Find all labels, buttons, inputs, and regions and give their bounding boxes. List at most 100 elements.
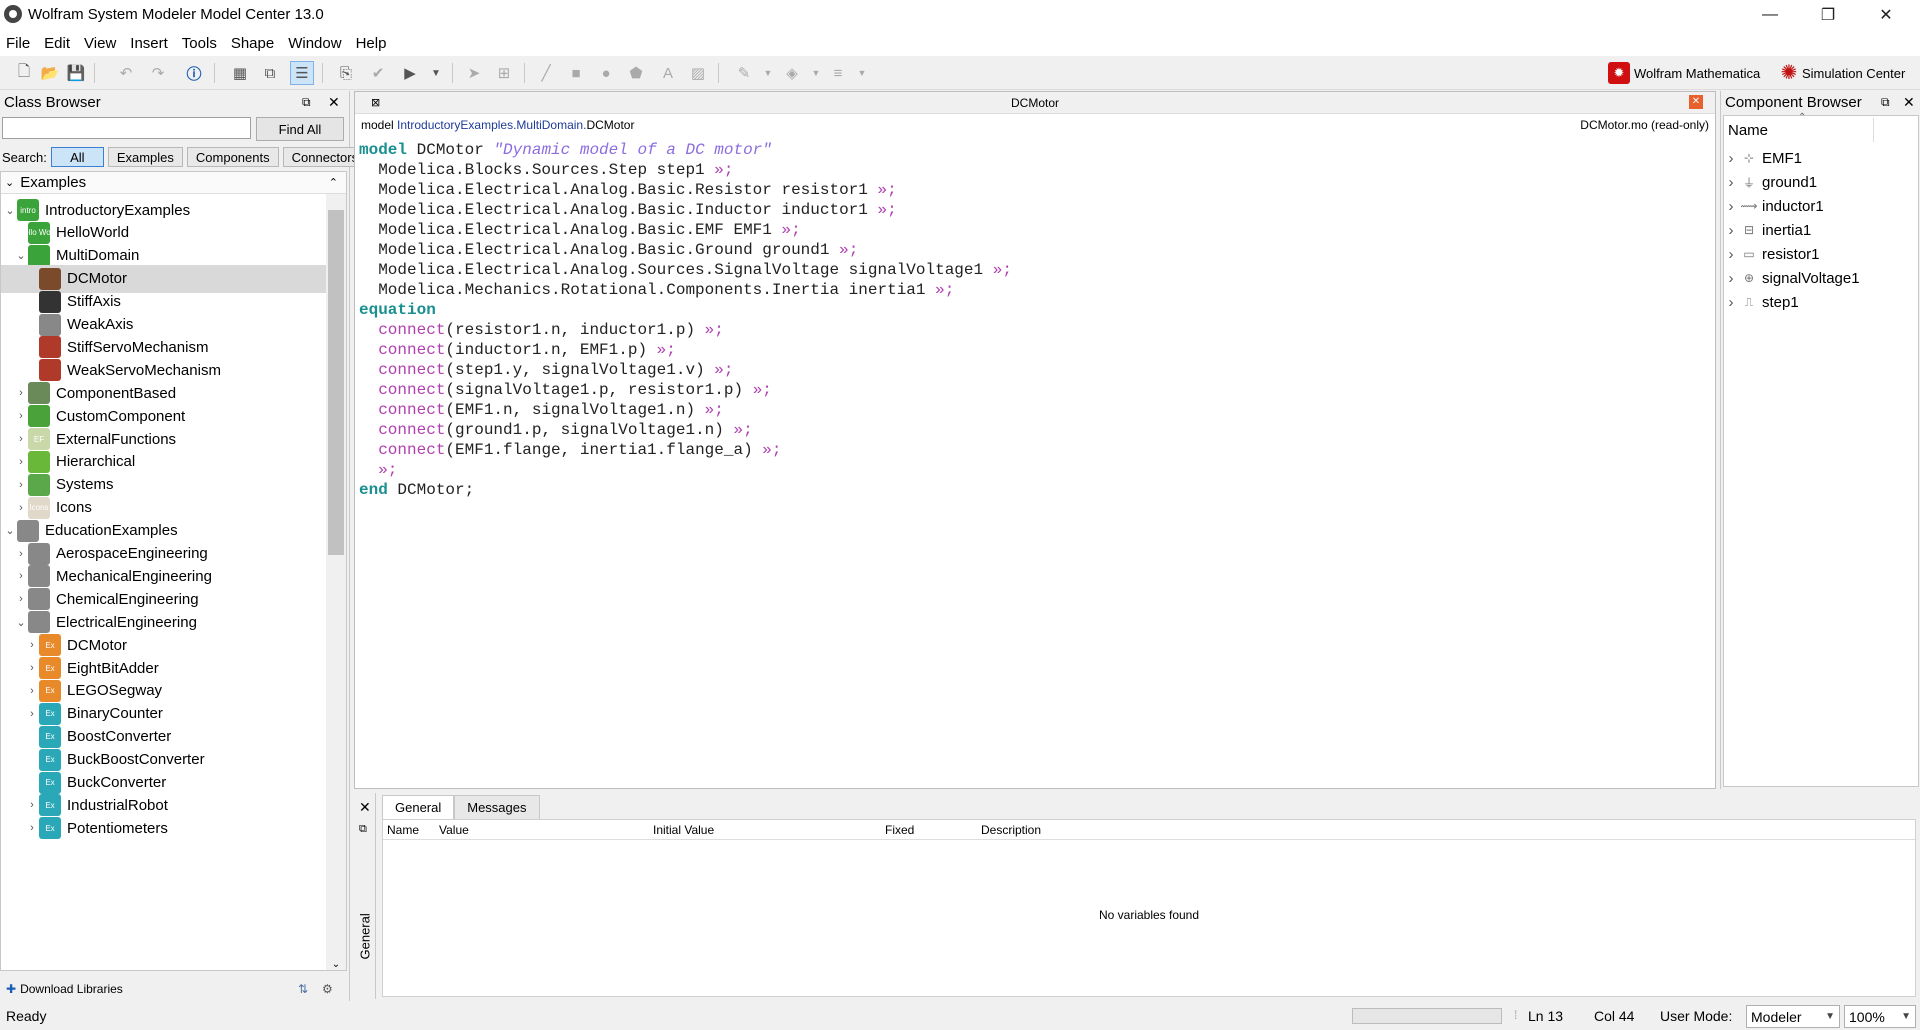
new-file-icon[interactable]: 🗋 [12,61,36,85]
component-item[interactable]: › ⊹ EMF1 [1724,146,1803,170]
component-item[interactable]: › ⊕ signalVoltage1 [1724,266,1860,290]
chevron-right-icon[interactable]: › [25,639,39,651]
chevron-down-icon[interactable]: ⌄ [14,616,28,629]
col-description[interactable]: Description [981,823,1041,837]
component-item[interactable]: › ▭ resistor1 [1724,242,1820,266]
col-initial-value[interactable]: Initial Value [653,823,714,837]
close-panel-icon[interactable]: ✕ [1903,94,1915,111]
chevron-down-icon[interactable]: ⌄ [3,524,17,537]
line-style-dropdown-icon[interactable]: ▼ [850,61,874,85]
menu-help[interactable]: Help [356,35,387,52]
close-window-button[interactable]: ✕ [1858,0,1914,30]
side-general-tab[interactable]: General [358,913,373,959]
restore-button[interactable]: ❐ [1800,0,1856,30]
chevron-down-icon[interactable]: ⌄ [14,249,28,262]
close-panel-icon[interactable]: ✕ [359,799,371,816]
class-search-input[interactable] [2,117,251,139]
tree-scrollbar[interactable]: ⌄ [326,194,346,970]
tree-root-header[interactable]: ⌄ Examples ⌃ [1,172,346,194]
col-fixed[interactable]: Fixed [885,823,914,837]
tree-scroll-thumb[interactable] [328,210,344,555]
line-color-dropdown-icon[interactable]: ▼ [756,61,780,85]
simulate-icon[interactable]: ▶ [398,61,422,85]
float-panel-icon[interactable]: ⧉ [359,823,367,836]
line-tool-icon[interactable]: ╱ [534,61,558,85]
ellipse-tool-icon[interactable]: ● [594,61,618,85]
bitmap-tool-icon[interactable]: ▨ [686,61,710,85]
line-style-icon[interactable]: ≡ [826,61,850,85]
scroll-down-icon[interactable]: ⌄ [326,959,346,970]
undo-icon[interactable]: ↶ [114,61,138,85]
close-tab-icon[interactable]: ✕ [1689,95,1703,109]
chevron-right-icon[interactable]: › [1724,270,1738,287]
fill-color-icon[interactable]: ◈ [780,61,804,85]
chevron-right-icon[interactable]: › [1724,222,1738,239]
chevron-down-icon[interactable]: ⌄ [3,204,17,217]
chevron-right-icon[interactable]: › [1724,246,1738,263]
download-libraries-link[interactable]: Download Libraries [20,982,123,996]
line-color-icon[interactable]: ✎ [732,61,756,85]
chevron-right-icon[interactable]: › [14,548,28,560]
menu-file[interactable]: File [6,35,30,52]
menu-insert[interactable]: Insert [130,35,168,52]
float-panel-icon[interactable]: ⧉ [302,95,311,110]
diagram-view-icon[interactable]: ⧉ [258,61,282,85]
name-column-header[interactable]: Name ⌃ [1728,112,1874,142]
info-icon[interactable]: ⓘ [182,61,206,85]
find-all-button[interactable]: Find All [256,117,344,141]
polygon-tool-icon[interactable]: ⬟ [624,61,648,85]
component-item[interactable]: › ⎍ step1 [1724,290,1799,314]
menu-shape[interactable]: Shape [231,35,274,52]
text-view-icon[interactable]: ☰ [290,61,314,85]
tab-general[interactable]: General [382,795,455,819]
chevron-right-icon[interactable]: › [1724,198,1738,215]
component-item[interactable]: › ⊟ inertia1 [1724,218,1812,242]
minimize-button[interactable]: — [1742,0,1798,30]
menu-edit[interactable]: Edit [44,35,70,52]
sort-icon[interactable]: ⇅ [298,982,308,996]
class-path-link[interactable]: IntroductoryExamples.MultiDomain. [397,118,586,132]
chevron-right-icon[interactable]: › [25,662,39,674]
code-text[interactable]: model DCMotor "Dynamic model of a DC mot… [359,140,1012,500]
chevron-right-icon[interactable]: › [14,593,28,605]
text-tool-icon[interactable]: A [656,61,680,85]
menu-window[interactable]: Window [288,35,341,52]
chevron-right-icon[interactable]: › [14,479,28,491]
chevron-right-icon[interactable]: › [25,685,39,697]
settings-gear-icon[interactable]: ⚙ [322,982,333,996]
close-panel-icon[interactable]: ✕ [328,94,340,111]
chevron-right-icon[interactable]: › [14,410,28,422]
simulate-dropdown-icon[interactable]: ▼ [424,61,448,85]
menu-tools[interactable]: Tools [182,35,217,52]
save-icon[interactable]: 💾 [64,61,88,85]
simulation-center-button[interactable]: ✺ Simulation Center [1778,61,1906,85]
filter-components-button[interactable]: Components [186,147,279,167]
filter-all-button[interactable]: All [50,147,104,167]
zoom-select[interactable]: 100% ▼ [1844,1005,1916,1028]
chevron-right-icon[interactable]: › [1724,294,1738,311]
chevron-right-icon[interactable]: › [14,502,28,514]
chevron-right-icon[interactable]: › [14,570,28,582]
connect-tool-icon[interactable]: ⊞ [492,61,516,85]
chevron-right-icon[interactable]: › [25,822,39,834]
user-mode-select[interactable]: Modeler ▼ [1746,1005,1840,1028]
chevron-right-icon[interactable]: › [1724,150,1738,167]
filter-examples-button[interactable]: Examples [107,147,183,167]
component-item[interactable]: › ⏚ ground1 [1724,170,1818,194]
check-class-icon[interactable]: ⎘ [334,61,358,85]
chevron-right-icon[interactable]: › [25,708,39,720]
pointer-icon[interactable]: ➤ [462,61,486,85]
col-name[interactable]: Name [387,823,419,837]
validate-icon[interactable]: ✔ [366,61,390,85]
component-item[interactable]: › ⟿ inductor1 [1724,194,1824,218]
tree-item[interactable]: › Ex Potentiometers [1,814,327,842]
chevron-right-icon[interactable]: › [1724,174,1738,191]
fill-color-dropdown-icon[interactable]: ▼ [804,61,828,85]
float-panel-icon[interactable]: ⧉ [1881,95,1890,110]
chevron-right-icon[interactable]: › [25,799,39,811]
wolfram-mathematica-button[interactable]: ✹ Wolfram Mathematica [1608,61,1760,85]
redo-icon[interactable]: ↷ [146,61,170,85]
icon-view-icon[interactable]: ▦ [228,61,252,85]
open-folder-icon[interactable]: 📂 [38,61,62,85]
menu-view[interactable]: View [84,35,116,52]
